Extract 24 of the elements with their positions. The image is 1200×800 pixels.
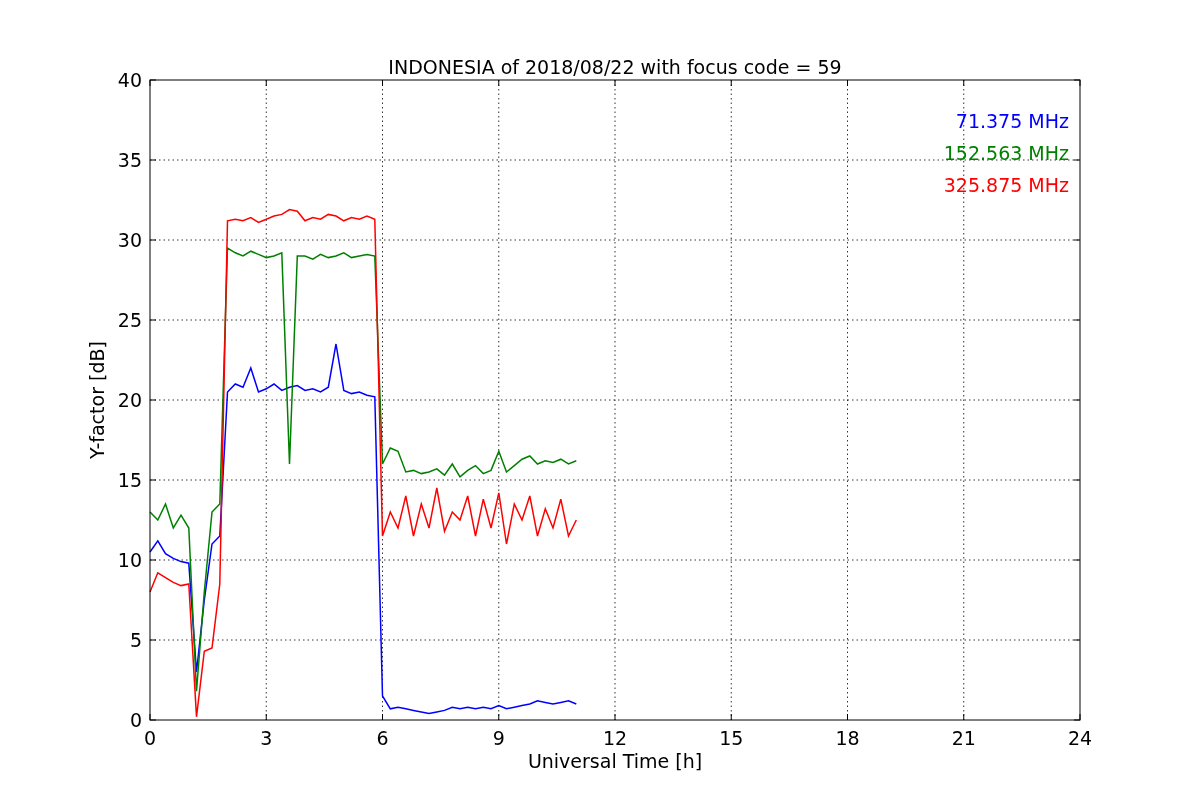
x-tick-label: 21 <box>951 727 976 749</box>
y-tick-label: 5 <box>129 629 142 651</box>
legend-label: 71.375 MHz <box>955 110 1069 132</box>
x-tick-label: 18 <box>835 727 860 749</box>
y-tick-label: 15 <box>117 469 142 491</box>
x-tick-label: 12 <box>602 727 628 749</box>
y-tick-label: 35 <box>117 149 142 171</box>
x-tick-label: 6 <box>376 727 389 749</box>
x-tick-label: 3 <box>260 727 273 749</box>
y-tick-label: 25 <box>117 309 142 331</box>
x-tick-label: 15 <box>719 727 744 749</box>
legend-label: 152.563 MHz <box>943 142 1069 164</box>
x-axis-label: Universal Time [h] <box>527 750 703 772</box>
x-tick-label: 9 <box>492 727 505 749</box>
x-tick-label: 24 <box>1067 727 1093 749</box>
x-tick-label: 0 <box>143 727 157 749</box>
y-tick-label: 30 <box>117 229 142 251</box>
y-tick-label: 10 <box>117 549 142 571</box>
y-axis-label: Y-factor [dB] <box>86 341 108 459</box>
legend-label: 325.875 MHz <box>943 174 1069 196</box>
y-tick-label: 40 <box>117 69 142 91</box>
y-tick-label: 0 <box>129 709 142 731</box>
y-tick-label: 20 <box>117 389 142 411</box>
chart-title: INDONESIA of 2018/08/22 with focus code = 59 <box>388 56 842 78</box>
